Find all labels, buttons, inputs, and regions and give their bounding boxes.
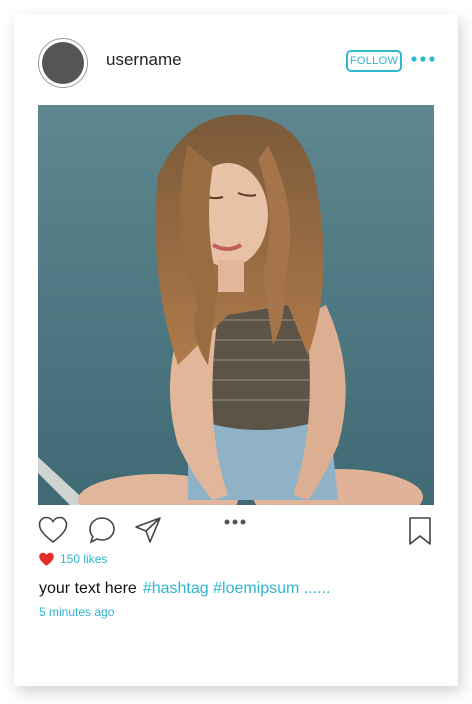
post-card: username FOLLOW 150 likes your text here… [14,14,458,686]
likes-row[interactable]: 150 likes [38,551,107,567]
caption: your text here #hashtag #loemipsum ...... [39,580,330,598]
caption-hashtags[interactable]: #hashtag #loemipsum ...... [143,580,331,597]
username[interactable]: username [106,50,182,70]
post-photo[interactable] [38,105,434,505]
heart-filled-icon [39,552,54,566]
heart-outline-icon[interactable] [38,516,68,544]
send-icon[interactable] [134,516,162,544]
photo-illustration [38,105,434,505]
comment-icon[interactable] [88,516,116,544]
caption-text: your text here [39,580,137,597]
avatar-image [42,42,84,84]
likes-count: 150 likes [60,552,108,566]
carousel-dots-icon [224,519,246,525]
more-dots-icon[interactable] [411,54,435,64]
avatar[interactable] [38,38,88,88]
follow-button[interactable]: FOLLOW [346,50,402,72]
timestamp: 5 minutes ago [39,605,115,619]
bookmark-icon[interactable] [408,516,432,546]
